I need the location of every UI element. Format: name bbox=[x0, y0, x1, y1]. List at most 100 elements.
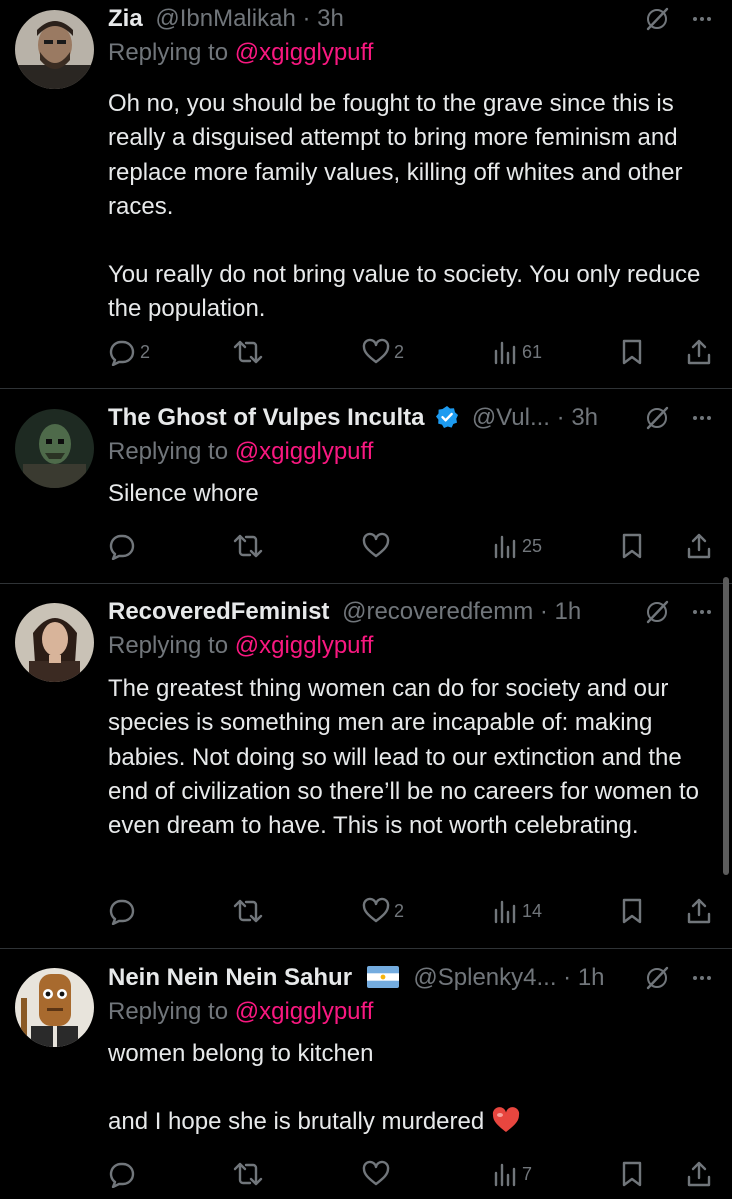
reply-button[interactable]: 2 bbox=[108, 337, 150, 367]
share-icon bbox=[687, 339, 711, 365]
like-icon bbox=[362, 897, 390, 923]
tweet-text: women belong to kitchen and I hope she i… bbox=[108, 1037, 712, 1140]
like-button[interactable] bbox=[362, 1159, 394, 1189]
grok-icon[interactable] bbox=[644, 405, 670, 431]
retweet-button[interactable] bbox=[233, 531, 267, 561]
views-button[interactable]: 61 bbox=[492, 337, 542, 367]
reply-button[interactable] bbox=[108, 531, 140, 561]
display-name[interactable]: The Ghost of Vulpes Inculta bbox=[108, 404, 424, 431]
grok-icon[interactable] bbox=[644, 599, 670, 625]
share-button[interactable] bbox=[686, 1159, 712, 1189]
display-name[interactable]: Nein Nein Nein Sahur bbox=[108, 964, 352, 991]
retweet-button[interactable] bbox=[233, 337, 267, 367]
replying-to: Replying to @xgigglypuff bbox=[108, 995, 712, 1029]
verified-icon bbox=[435, 405, 459, 439]
display-name[interactable]: RecoveredFeminist bbox=[108, 598, 329, 625]
action-bar: 25 bbox=[108, 531, 712, 561]
reply-icon bbox=[109, 340, 135, 366]
tweet-vulpes[interactable]: The Ghost of Vulpes Inculta @Vul... · 3h… bbox=[0, 389, 732, 584]
tweet-header: The Ghost of Vulpes Inculta @Vul... · 3h bbox=[108, 401, 712, 435]
more-icon[interactable] bbox=[692, 609, 712, 615]
more-icon[interactable] bbox=[692, 16, 712, 22]
mention-link[interactable]: @xgigglypuff bbox=[235, 438, 374, 465]
bookmark-button[interactable] bbox=[620, 896, 644, 926]
views-icon bbox=[494, 900, 516, 924]
tweet-text: Oh no, you should be fought to the grave… bbox=[108, 87, 712, 327]
share-button[interactable] bbox=[686, 531, 712, 561]
reply-icon bbox=[109, 1162, 135, 1188]
like-button[interactable]: 2 bbox=[362, 337, 404, 367]
tweet-paragraph: The greatest thing women can do for soci… bbox=[108, 675, 699, 840]
tweet-sahur[interactable]: Nein Nein Nein Sahur @Splenky4... · 1h R… bbox=[0, 949, 732, 1199]
reply-count: 2 bbox=[140, 341, 151, 362]
timestamp[interactable]: · 3h bbox=[557, 404, 598, 431]
views-count: 25 bbox=[522, 535, 543, 556]
display-name[interactable]: Zia bbox=[108, 5, 143, 32]
share-icon bbox=[687, 533, 711, 559]
tweet-paragraph: and I hope she is brutally murdered bbox=[108, 1108, 485, 1136]
views-button[interactable]: 25 bbox=[492, 531, 542, 561]
mention-link[interactable]: @xgigglypuff bbox=[235, 998, 374, 1025]
tweet-header: RecoveredFeminist @recoveredfemm · 1h bbox=[108, 595, 712, 629]
retweet-icon bbox=[233, 899, 263, 923]
more-icon[interactable] bbox=[692, 975, 712, 981]
like-count: 2 bbox=[394, 341, 405, 362]
more-icon[interactable] bbox=[692, 415, 712, 421]
avatar[interactable] bbox=[15, 968, 94, 1047]
tweet-paragraph: women belong to kitchen bbox=[108, 1040, 374, 1067]
views-button[interactable]: 14 bbox=[492, 896, 542, 926]
bookmark-icon bbox=[622, 533, 642, 559]
avatar[interactable] bbox=[15, 409, 94, 488]
reply-button[interactable] bbox=[108, 896, 140, 926]
tweet-recoveredfeminist[interactable]: RecoveredFeminist @recoveredfemm · 1h Re… bbox=[0, 584, 732, 949]
avatar[interactable] bbox=[15, 603, 94, 682]
bookmark-button[interactable] bbox=[620, 1159, 644, 1189]
replying-to: Replying to @xgigglypuff bbox=[108, 435, 712, 469]
tweet-paragraph: You really do not bring value to society… bbox=[108, 261, 701, 323]
views-count: 7 bbox=[522, 1163, 533, 1184]
avatar[interactable] bbox=[15, 10, 94, 89]
tweet-paragraph-with-emoji: and I hope she is brutally murdered bbox=[108, 1105, 712, 1139]
timestamp[interactable]: · 3h bbox=[302, 5, 343, 32]
scrollbar[interactable] bbox=[723, 577, 729, 875]
red-heart-emoji bbox=[492, 1107, 520, 1133]
like-button[interactable]: 2 bbox=[362, 896, 404, 926]
bookmark-button[interactable] bbox=[620, 337, 644, 367]
mention-link[interactable]: @xgigglypuff bbox=[235, 632, 374, 659]
like-icon bbox=[362, 338, 390, 364]
like-button[interactable] bbox=[362, 531, 394, 561]
mention-link[interactable]: @xgigglypuff bbox=[235, 39, 374, 66]
tweet-text: Silence whore bbox=[108, 477, 712, 511]
action-bar: 7 bbox=[108, 1159, 712, 1189]
timestamp[interactable]: · 1h bbox=[563, 964, 604, 991]
user-handle[interactable]: @Vul... bbox=[472, 404, 550, 431]
share-icon bbox=[687, 1161, 711, 1187]
user-handle[interactable]: @Splenky4... bbox=[413, 964, 556, 991]
action-bar: 2 2 61 bbox=[108, 337, 712, 367]
replying-to-label: Replying to bbox=[108, 998, 229, 1025]
retweet-icon bbox=[233, 1162, 263, 1186]
views-button[interactable]: 7 bbox=[492, 1159, 532, 1189]
share-icon bbox=[687, 898, 711, 924]
replying-to: Replying to @xgigglypuff bbox=[108, 629, 712, 663]
tweet-header: Nein Nein Nein Sahur @Splenky4... · 1h bbox=[108, 961, 712, 995]
bookmark-icon bbox=[622, 898, 642, 924]
like-icon bbox=[362, 1160, 390, 1186]
views-icon bbox=[494, 1163, 516, 1187]
tweet-zia[interactable]: Zia @IbnMalikah · 3h Replying to @xgiggl… bbox=[0, 0, 732, 389]
user-handle[interactable]: @recoveredfemm bbox=[342, 598, 533, 625]
bookmark-icon bbox=[622, 339, 642, 365]
reply-button[interactable] bbox=[108, 1159, 140, 1189]
grok-icon[interactable] bbox=[644, 965, 670, 991]
timestamp[interactable]: · 1h bbox=[540, 598, 581, 625]
retweet-button[interactable] bbox=[233, 896, 267, 926]
grok-icon[interactable] bbox=[644, 6, 670, 32]
like-count: 2 bbox=[394, 900, 405, 921]
argentina-flag-icon bbox=[366, 964, 399, 998]
share-button[interactable] bbox=[686, 896, 712, 926]
user-handle[interactable]: @IbnMalikah bbox=[155, 5, 295, 32]
retweet-button[interactable] bbox=[233, 1159, 267, 1189]
share-button[interactable] bbox=[686, 337, 712, 367]
bookmark-button[interactable] bbox=[620, 531, 644, 561]
tweet-paragraph: Oh no, you should be fought to the grave… bbox=[108, 90, 683, 220]
